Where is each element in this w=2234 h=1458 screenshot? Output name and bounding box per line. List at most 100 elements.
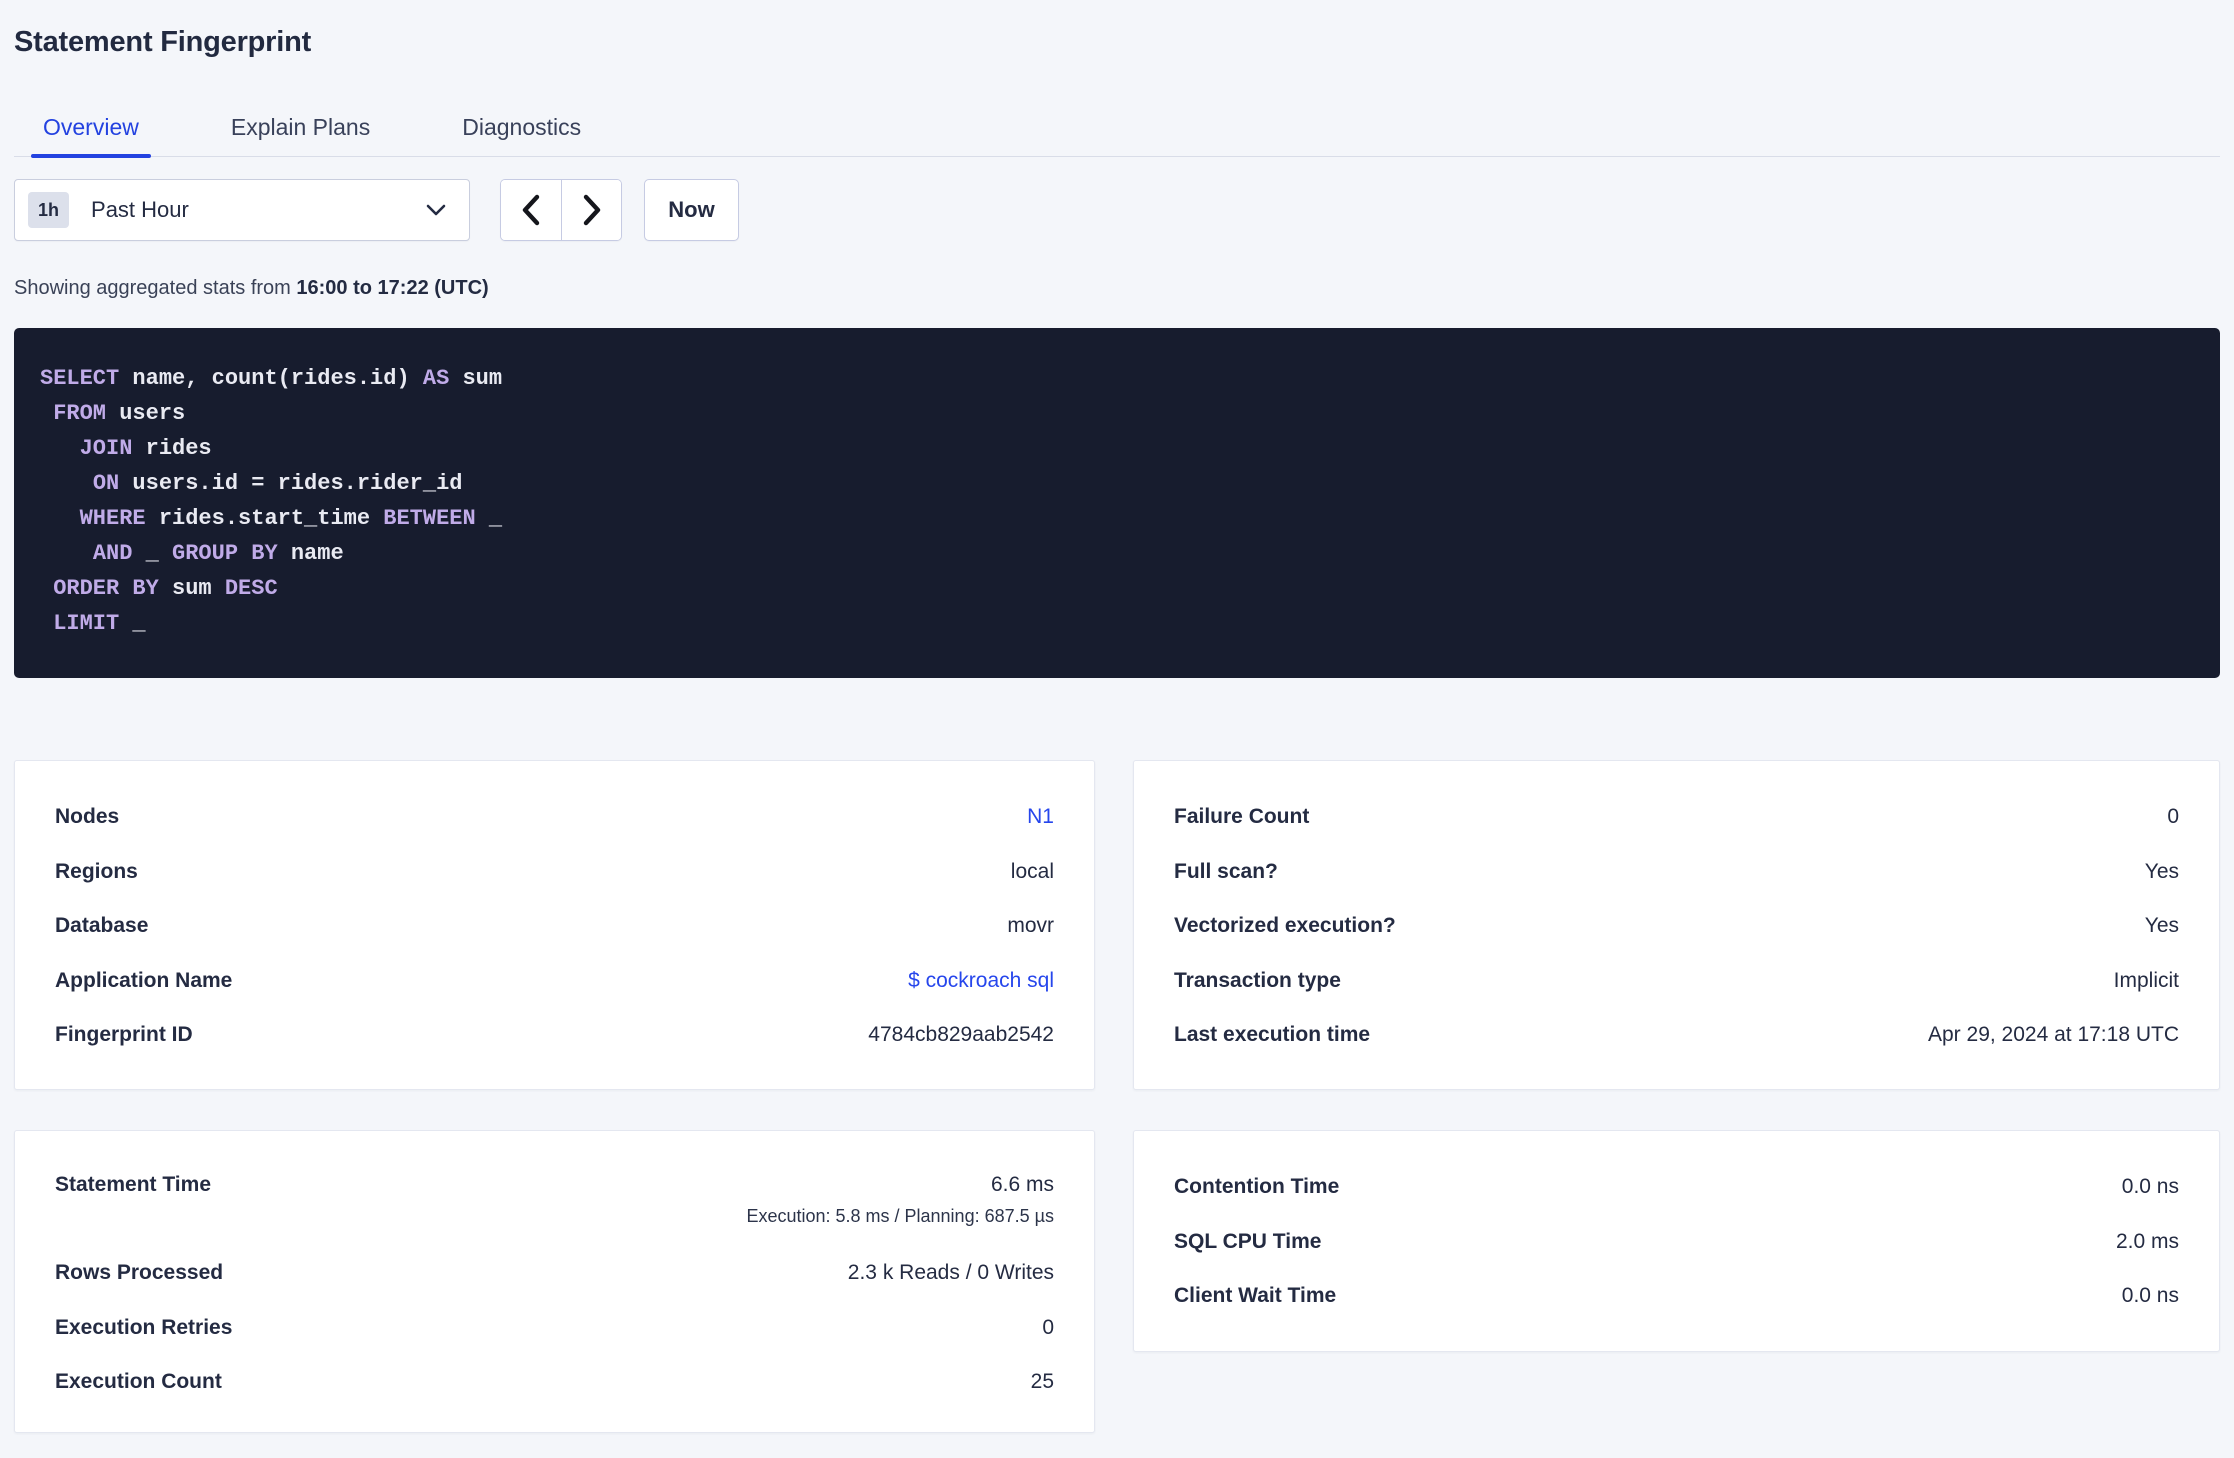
row-label: SQL CPU Time: [1174, 1229, 1322, 1253]
card-row: Database movr: [55, 899, 1054, 954]
row-label: Execution Count: [55, 1370, 222, 1394]
row-label: Fingerprint ID: [55, 1023, 193, 1047]
row-label: Full scan?: [1174, 859, 1278, 883]
sql-line: ON users.id = rides.rider_id: [92, 471, 463, 496]
time-range-picker[interactable]: 1h Past Hour: [14, 179, 470, 241]
row-value-wrap: 2.0 ms: [2116, 1230, 2179, 1254]
row-value-wrap: Apr 29, 2024 at 17:18 UTC: [1928, 1023, 2179, 1047]
row-label: Application Name: [55, 968, 233, 992]
aggregated-stats-line: Showing aggregated stats from 16:00 to 1…: [14, 277, 2220, 300]
card-row: Contention Time 0.0 ns: [1174, 1160, 2179, 1215]
row-value: movr: [1007, 914, 1054, 938]
card-row: Regions local: [55, 845, 1054, 900]
row-label: Transaction type: [1174, 968, 1341, 992]
row-value: 2.3 k Reads / 0 Writes: [847, 1261, 1054, 1285]
row-value-wrap: 0: [2167, 805, 2179, 829]
sql-line: LIMIT _: [53, 611, 146, 636]
row-value: 0: [1042, 1315, 1054, 1339]
card-row: Last execution time Apr 29, 2024 at 17:18…: [1174, 1008, 2179, 1063]
row-label: Contention Time: [1174, 1175, 1340, 1199]
row-label: Database: [55, 914, 149, 938]
row-label: Last execution time: [1174, 1023, 1371, 1047]
row-label: Nodes: [55, 805, 120, 829]
chevron-left-icon: [520, 193, 542, 227]
now-button[interactable]: Now: [644, 179, 739, 241]
row-subtext: Execution: 5.8 ms / Planning: 687.5 µs: [746, 1206, 1054, 1226]
row-value-wrap: Implicit: [2114, 969, 2179, 993]
row-value: 0: [2167, 805, 2179, 829]
row-value-wrap: 0.0 ns: [2122, 1175, 2179, 1199]
row-value-wrap: N1: [1027, 805, 1054, 829]
row-value-wrap: Yes: [2145, 860, 2179, 884]
chevron-right-icon: [581, 193, 603, 227]
statement-details-card: Nodes N1 Regions local Database movr Applicati…: [14, 760, 1095, 1090]
row-value: Yes: [2144, 914, 2179, 938]
row-value: 2.0 ms: [2115, 1229, 2179, 1253]
row-value: 25: [1030, 1370, 1054, 1394]
card-row: Rows Processed 2.3 k Reads / 0 Writes: [55, 1246, 1054, 1301]
sql-line: AND _ GROUP BY name: [92, 541, 344, 566]
row-label: Regions: [55, 859, 138, 883]
next-interval-button[interactable]: [561, 180, 621, 240]
card-row: Execution Retries 0: [55, 1301, 1054, 1356]
aggregated-stats-range: 16:00 to 17:22 (UTC): [296, 277, 489, 299]
row-label: Rows Processed: [55, 1261, 224, 1285]
sql-statement-box: SELECT name, count(rides.id) AS sum FROM…: [14, 328, 2220, 678]
row-label: Vectorized execution?: [1174, 914, 1396, 938]
card-row: SQL CPU Time 2.0 ms: [1174, 1215, 2179, 1270]
row-value-wrap: 25: [1031, 1370, 1054, 1394]
row-value: Yes: [2144, 859, 2179, 883]
time-controls: 1h Past Hour Now: [14, 179, 2220, 241]
row-label: Client Wait Time: [1174, 1284, 1337, 1308]
row-value-wrap: 2.3 k Reads / 0 Writes: [848, 1261, 1054, 1285]
row-value: 0.0 ns: [2121, 1284, 2179, 1308]
card-row: Client Wait Time 0.0 ns: [1174, 1269, 2179, 1324]
row-value: local: [1010, 859, 1054, 883]
row-label: Execution Retries: [55, 1315, 233, 1339]
tab-diagnostics[interactable]: Diagnostics: [450, 99, 593, 156]
tab-bar: Overview Explain Plans Diagnostics: [14, 99, 2220, 158]
time-stats-card: Contention Time 0.0 ns SQL CPU Time 2.0 ms C…: [1133, 1130, 2220, 1352]
card-row: Full scan? Yes: [1174, 845, 2179, 900]
row-label: Statement Time: [55, 1173, 211, 1196]
sql-line: ORDER BY sum DESC: [53, 576, 278, 601]
sql-line: WHERE rides.start_time BETWEEN _: [79, 506, 503, 531]
sql-code: SELECT name, count(rides.id) AS sum FROM…: [40, 361, 2194, 641]
execution-attributes-card: Failure Count 0 Full scan? Yes Vectorized ex…: [1133, 760, 2220, 1090]
card-row: Fingerprint ID 4784cb829aab2542: [55, 1008, 1054, 1063]
row-value-link[interactable]: N1: [1027, 805, 1054, 829]
card-row: Failure Count 0: [1174, 790, 2179, 845]
row-value-wrap: 4784cb829aab2542: [868, 1023, 1054, 1047]
row-value-wrap: $ cockroach sql: [908, 969, 1054, 993]
card-row: Transaction type Implicit: [1174, 954, 2179, 1009]
card-row: Vectorized execution? Yes: [1174, 899, 2179, 954]
row-value-link[interactable]: $ cockroach sql: [908, 969, 1054, 993]
sql-line: SELECT name, count(rides.id) AS sum: [40, 366, 503, 391]
time-step-group: [500, 179, 622, 241]
statement-stats-card: Statement Time 6.6 ms Execution: 5.8 ms / …: [14, 1130, 1095, 1433]
previous-interval-button[interactable]: [501, 180, 561, 240]
card-row: Statement Time 6.6 ms Execution: 5.8 ms / …: [55, 1160, 1054, 1246]
time-range-badge: 1h: [28, 192, 70, 228]
row-value-wrap: movr: [1007, 914, 1054, 938]
row-value: Apr 29, 2024 at 17:18 UTC: [1928, 1023, 2179, 1047]
row-value: 0.0 ns: [2121, 1175, 2179, 1199]
card-row: Nodes N1: [55, 790, 1054, 845]
aggregated-stats-prefix: Showing aggregated stats from: [14, 277, 297, 299]
row-value-wrap: 0: [1042, 1316, 1054, 1340]
tab-overview[interactable]: Overview: [31, 99, 151, 158]
sql-line: FROM users: [53, 401, 186, 426]
card-row: Application Name $ cockroach sql: [55, 954, 1054, 1009]
tab-explain-plans[interactable]: Explain Plans: [219, 99, 382, 156]
time-range-label: Past Hour: [91, 197, 189, 222]
page-title: Statement Fingerprint: [14, 26, 312, 58]
row-value-wrap: 6.6 ms Execution: 5.8 ms / Planning: 687.…: [746, 1173, 1054, 1227]
card-row: Execution Count 25: [55, 1355, 1054, 1410]
row-value: 4784cb829aab2542: [868, 1023, 1054, 1047]
statement-fingerprint-page: Statement Fingerprint Overview Explain Pl…: [0, 0, 2234, 1433]
sql-line: JOIN rides: [79, 436, 212, 461]
row-value-wrap: 0.0 ns: [2122, 1284, 2179, 1308]
row-value: 6.6 ms: [990, 1173, 1054, 1196]
row-value: Implicit: [2113, 968, 2179, 992]
row-label: Failure Count: [1174, 805, 1310, 829]
